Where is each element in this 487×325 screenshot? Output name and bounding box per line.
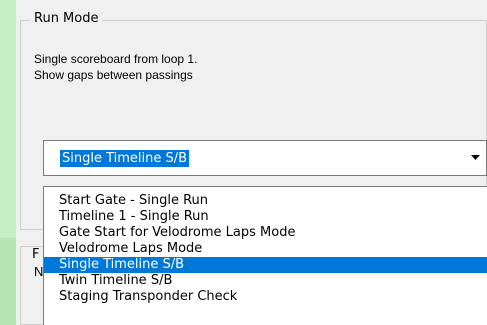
dropdown-option[interactable]: Staging Transponder Check <box>44 289 487 305</box>
run-mode-description-line2: Show gaps between passings <box>34 68 193 82</box>
dropdown-option-selected[interactable]: Single Timeline S/B <box>44 257 487 273</box>
dropdown-option[interactable]: Gate Start for Velodrome Laps Mode <box>44 225 487 241</box>
run-mode-dropdown-list[interactable]: Start Gate - Single Run Timeline 1 - Sin… <box>43 186 487 325</box>
second-group-label: N <box>34 264 44 279</box>
dropdown-option[interactable]: Timeline 1 - Single Run <box>44 209 487 225</box>
chevron-down-icon[interactable] <box>464 141 486 175</box>
left-green-strip-lower <box>0 238 16 325</box>
second-group-title: F <box>28 247 44 262</box>
dropdown-option[interactable]: Twin Timeline S/B <box>44 273 487 289</box>
run-mode-group-title: Run Mode <box>30 11 103 26</box>
dropdown-option[interactable]: Start Gate - Single Run <box>44 193 487 209</box>
run-mode-combobox-value: Single Timeline S/B <box>60 150 190 167</box>
dropdown-option[interactable]: Velodrome Laps Mode <box>44 241 487 257</box>
run-mode-combobox[interactable]: Single Timeline S/B <box>43 140 487 176</box>
run-mode-description-line1: Single scoreboard from loop 1. <box>34 52 198 66</box>
